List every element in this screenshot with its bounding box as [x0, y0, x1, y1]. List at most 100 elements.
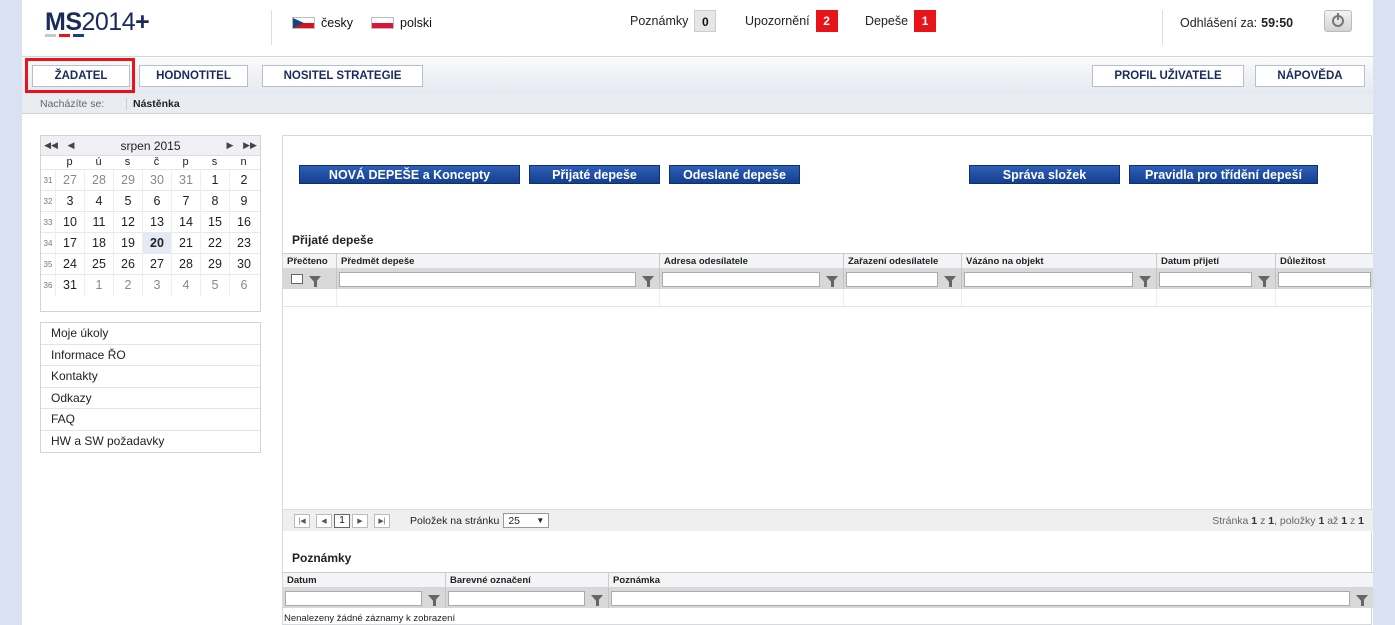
nav-hodnotitel[interactable]: HODNOTITEL: [139, 65, 248, 87]
side-menu-item[interactable]: Informace ŘO: [41, 345, 260, 366]
sorting-rules-button[interactable]: Pravidla pro třídění depeší: [1129, 165, 1318, 184]
manage-folders-button[interactable]: Správa složek: [969, 165, 1120, 184]
new-message-button[interactable]: NOVÁ DEPEŠE a Koncepty: [299, 165, 520, 184]
side-menu-item[interactable]: Moje úkoly: [41, 323, 260, 345]
nav-napoveda[interactable]: NÁPOVĚDA: [1255, 65, 1365, 87]
col-sender-class[interactable]: Zařazení odesílatele: [844, 254, 962, 268]
col-sender-address[interactable]: Adresa odesílatele: [660, 254, 844, 268]
calendar-day[interactable]: 13: [142, 211, 171, 233]
received-date-filter-input[interactable]: [1159, 271, 1252, 287]
side-menu-item[interactable]: Odkazy: [41, 388, 260, 409]
prev-month-icon[interactable]: ◀: [61, 140, 81, 151]
calendar-day[interactable]: 25: [84, 253, 113, 275]
filter-icon[interactable]: [591, 594, 603, 606]
calendar-day[interactable]: 17: [55, 232, 84, 254]
breadcrumb-current[interactable]: Nástěnka: [126, 97, 180, 110]
next-year-icon[interactable]: ▶▶: [240, 140, 260, 151]
sent-messages-button[interactable]: Odeslané depeše: [669, 165, 800, 184]
prev-year-icon[interactable]: ◀◀: [41, 140, 61, 151]
calendar-day[interactable]: 21: [171, 232, 200, 254]
bound-object-filter-input[interactable]: [964, 271, 1133, 287]
col-read[interactable]: Přečteno: [283, 254, 337, 268]
next-month-icon[interactable]: ▶: [220, 140, 240, 151]
subject-filter-input[interactable]: [339, 271, 636, 287]
calendar-day[interactable]: 24: [55, 253, 84, 275]
calendar-day[interactable]: 5: [113, 190, 142, 212]
col-importance[interactable]: Důležitost: [1276, 254, 1373, 268]
calendar-day[interactable]: 28: [171, 253, 200, 275]
calendar-day[interactable]: 1: [200, 169, 229, 191]
col-note[interactable]: Poznámka: [609, 573, 1373, 587]
note-filter-input[interactable]: [611, 590, 1350, 606]
date-filter-input[interactable]: [285, 590, 422, 606]
calendar-day[interactable]: 28: [84, 169, 113, 191]
calendar-day[interactable]: 27: [142, 253, 171, 275]
logout-button[interactable]: [1324, 10, 1352, 32]
per-page-select[interactable]: 25 ▼: [503, 513, 550, 528]
calendar-day[interactable]: 7: [171, 190, 200, 212]
side-menu-item[interactable]: HW a SW požadavky: [41, 431, 260, 453]
prev-page-icon[interactable]: ◀: [316, 513, 332, 528]
calendar-day[interactable]: 29: [113, 169, 142, 191]
calendar-day[interactable]: 8: [200, 190, 229, 212]
read-filter-checkbox[interactable]: [291, 274, 303, 284]
col-received-date[interactable]: Datum přijetí: [1157, 254, 1276, 268]
messages-counter[interactable]: Depeše 1: [865, 10, 937, 32]
col-bound-object[interactable]: Vázáno na objekt: [962, 254, 1157, 268]
calendar-day[interactable]: 30: [229, 253, 258, 275]
calendar-day[interactable]: 12: [113, 211, 142, 233]
filter-icon[interactable]: [309, 275, 321, 287]
calendar-day[interactable]: 6: [142, 190, 171, 212]
current-page[interactable]: 1: [334, 513, 350, 528]
calendar-day[interactable]: 5: [200, 274, 229, 296]
calendar-day[interactable]: 3: [142, 274, 171, 296]
nav-nositel-strategie[interactable]: NOSITEL STRATEGIE: [262, 65, 423, 87]
calendar-day[interactable]: 14: [171, 211, 200, 233]
col-subject[interactable]: Předmět depeše: [337, 254, 660, 268]
next-page-icon[interactable]: ▶: [352, 513, 368, 528]
warnings-counter[interactable]: Upozornění 2: [745, 10, 838, 32]
calendar-day[interactable]: 9: [229, 190, 258, 212]
importance-filter-input[interactable]: [1278, 271, 1371, 287]
calendar-day[interactable]: 31: [171, 169, 200, 191]
filter-icon[interactable]: [642, 275, 654, 287]
filter-icon[interactable]: [1356, 594, 1368, 606]
calendar-day[interactable]: 6: [229, 274, 258, 296]
calendar-day[interactable]: 2: [113, 274, 142, 296]
calendar-day[interactable]: 27: [55, 169, 84, 191]
calendar-day[interactable]: 19: [113, 232, 142, 254]
calendar-day[interactable]: 4: [84, 190, 113, 212]
calendar-day[interactable]: 16: [229, 211, 258, 233]
calendar-day[interactable]: 31: [55, 274, 84, 296]
filter-icon[interactable]: [944, 275, 956, 287]
lang-czech[interactable]: česky: [292, 16, 353, 30]
calendar-day[interactable]: 10: [55, 211, 84, 233]
table-row[interactable]: [283, 289, 1373, 307]
calendar-day[interactable]: 3: [55, 190, 84, 212]
side-menu-item[interactable]: Kontakty: [41, 366, 260, 388]
ms2014-logo[interactable]: MS2014+: [45, 8, 150, 37]
calendar-month[interactable]: srpen 2015: [81, 139, 220, 153]
sender-class-filter-input[interactable]: [846, 271, 938, 287]
filter-icon[interactable]: [1258, 275, 1270, 287]
first-page-icon[interactable]: |◀: [294, 513, 310, 528]
filter-icon[interactable]: [428, 594, 440, 606]
calendar-day[interactable]: 4: [171, 274, 200, 296]
calendar-day[interactable]: 26: [113, 253, 142, 275]
last-page-icon[interactable]: ▶|: [374, 513, 390, 528]
filter-icon[interactable]: [826, 275, 838, 287]
calendar-day[interactable]: 2: [229, 169, 258, 191]
calendar-day[interactable]: 23: [229, 232, 258, 254]
calendar-day[interactable]: 29: [200, 253, 229, 275]
calendar-day[interactable]: 11: [84, 211, 113, 233]
received-messages-button[interactable]: Přijaté depeše: [529, 165, 660, 184]
sender-address-filter-input[interactable]: [662, 271, 820, 287]
calendar-day[interactable]: 20: [142, 232, 171, 254]
filter-icon[interactable]: [1139, 275, 1151, 287]
calendar-day[interactable]: 15: [200, 211, 229, 233]
calendar-day[interactable]: 18: [84, 232, 113, 254]
calendar-day[interactable]: 30: [142, 169, 171, 191]
col-color-mark[interactable]: Barevné označení: [446, 573, 609, 587]
side-menu-item[interactable]: FAQ: [41, 409, 260, 431]
nav-profil-uzivatele[interactable]: PROFIL UŽIVATELE: [1092, 65, 1244, 87]
